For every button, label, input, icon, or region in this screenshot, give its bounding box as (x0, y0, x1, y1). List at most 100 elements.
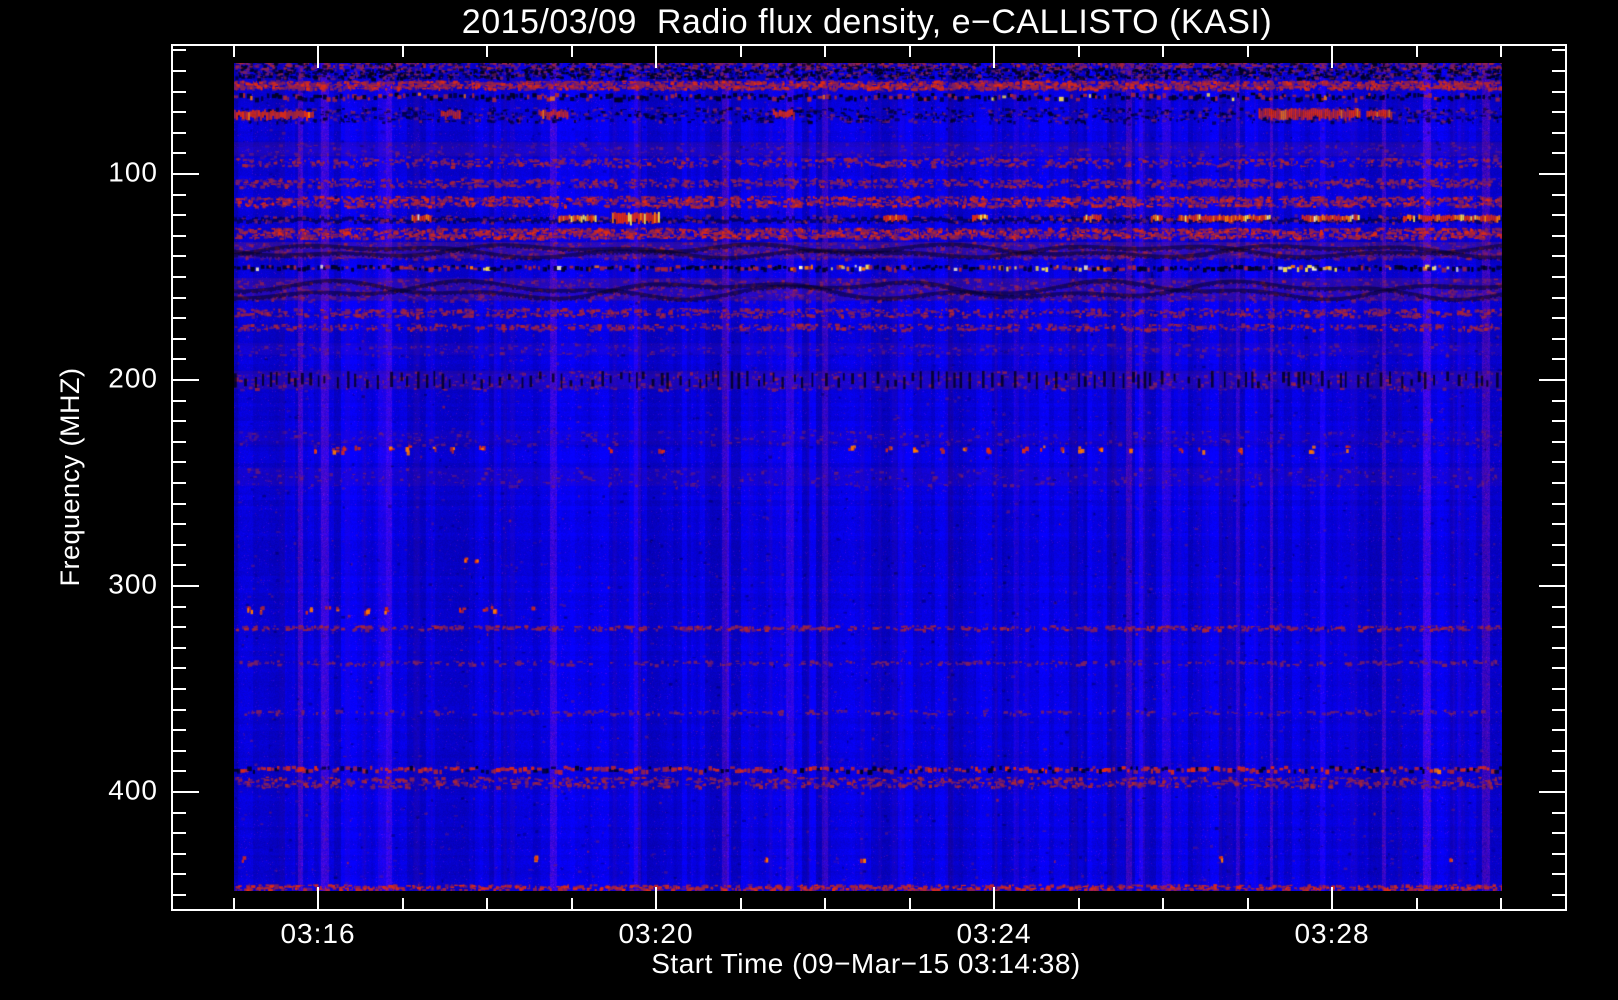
axis-tick (1552, 337, 1565, 340)
axis-tick (1552, 708, 1565, 711)
axis-tick (1539, 173, 1565, 175)
chart-title: 2015/03/09 Radio flux density, e−CALLIST… (461, 3, 1273, 41)
axis-tick (1539, 379, 1565, 381)
axis-tick (317, 46, 319, 68)
axis-tick (1552, 90, 1565, 93)
x-tick-label-0324: 03:24 (956, 918, 1032, 949)
axis-tick (1552, 646, 1565, 649)
axis-tick (1552, 852, 1565, 855)
axis-tick (1077, 46, 1080, 57)
axis-tick (1552, 276, 1565, 278)
axis-tick (1415, 46, 1418, 57)
axis-tick (173, 358, 186, 361)
axis-tick (173, 70, 186, 72)
axis-tick (1552, 49, 1565, 52)
axis-tick (824, 898, 826, 909)
axis-tick (1500, 898, 1502, 909)
axis-tick (655, 46, 657, 68)
axis-tick (1552, 543, 1565, 546)
axis-tick (173, 379, 199, 381)
axis-tick (1552, 152, 1565, 155)
spectrogram-page: 2015/03/09 Radio flux density, e−CALLIST… (0, 0, 1618, 1000)
axis-tick (173, 585, 199, 587)
axis-tick (1552, 317, 1565, 320)
axis-tick (570, 46, 573, 57)
axis-tick (173, 502, 186, 505)
axis-tick (1552, 523, 1565, 526)
axis-tick (1552, 358, 1565, 361)
axis-tick (739, 46, 742, 57)
axis-tick (173, 111, 186, 114)
axis-tick (1552, 399, 1565, 402)
x-tick-label-0316: 03:16 (280, 918, 356, 949)
axis-tick (173, 852, 186, 855)
axis-tick (1539, 791, 1565, 793)
axis-tick (908, 898, 911, 909)
x-tick-label-0328: 03:28 (1294, 918, 1370, 949)
axis-tick (173, 420, 186, 423)
axis-tick (908, 46, 911, 57)
axis-tick (1246, 898, 1249, 909)
axis-tick (173, 543, 186, 546)
axis-tick (401, 46, 404, 57)
y-tick-label-400: 400 (108, 774, 158, 806)
axis-tick (173, 688, 186, 690)
axis-tick (173, 399, 186, 402)
axis-tick (173, 832, 186, 835)
axis-tick (173, 317, 186, 320)
axis-tick (232, 46, 235, 57)
axis-tick (1552, 832, 1565, 835)
axis-tick (173, 749, 186, 752)
axis-tick (173, 626, 186, 629)
axis-tick (173, 811, 186, 814)
axis-tick (1552, 214, 1565, 217)
axis-tick (173, 193, 186, 196)
axis-tick (486, 46, 488, 57)
x-axis-label: Start Time (09−Mar−15 03:14:38) (651, 948, 1081, 979)
axis-tick (173, 564, 186, 567)
axis-tick (173, 255, 186, 258)
axis-tick (1552, 770, 1565, 773)
axis-tick (1552, 255, 1565, 258)
axis-tick (173, 482, 186, 484)
axis-tick (173, 131, 186, 134)
axis-tick (1415, 898, 1418, 909)
axis-tick (1552, 502, 1565, 505)
axis-tick (1552, 111, 1565, 114)
axis-tick (173, 770, 186, 773)
axis-tick (1552, 749, 1565, 752)
axis-tick (173, 173, 199, 175)
axis-tick (824, 46, 826, 57)
axis-tick (1552, 70, 1565, 72)
axis-tick (173, 605, 186, 608)
axis-tick (173, 667, 186, 670)
axis-tick (1162, 898, 1164, 909)
axis-tick (173, 729, 186, 732)
axis-tick (173, 49, 186, 52)
axis-tick (1552, 482, 1565, 484)
axis-tick (1552, 729, 1565, 732)
y-tick-label-300: 300 (108, 568, 158, 600)
axis-tick (173, 152, 186, 155)
axis-tick (1246, 46, 1249, 57)
axis-tick (1552, 193, 1565, 196)
axis-tick (1552, 873, 1565, 876)
axis-tick (173, 873, 186, 876)
axis-tick (173, 337, 186, 340)
axis-tick (317, 887, 319, 909)
axis-tick (1552, 440, 1565, 443)
axis-tick (173, 708, 186, 711)
axis-tick (1552, 131, 1565, 134)
axis-tick (1552, 626, 1565, 629)
axis-tick (1552, 461, 1565, 464)
axis-tick (173, 791, 199, 793)
axis-tick (173, 296, 186, 299)
axis-tick (1162, 46, 1164, 57)
axis-tick (486, 898, 488, 909)
y-tick-label-200: 200 (108, 362, 158, 394)
axis-tick (1552, 667, 1565, 670)
axis-tick (1552, 564, 1565, 567)
axis-tick (1552, 605, 1565, 608)
axis-tick (1077, 898, 1080, 909)
axis-tick (173, 234, 186, 237)
